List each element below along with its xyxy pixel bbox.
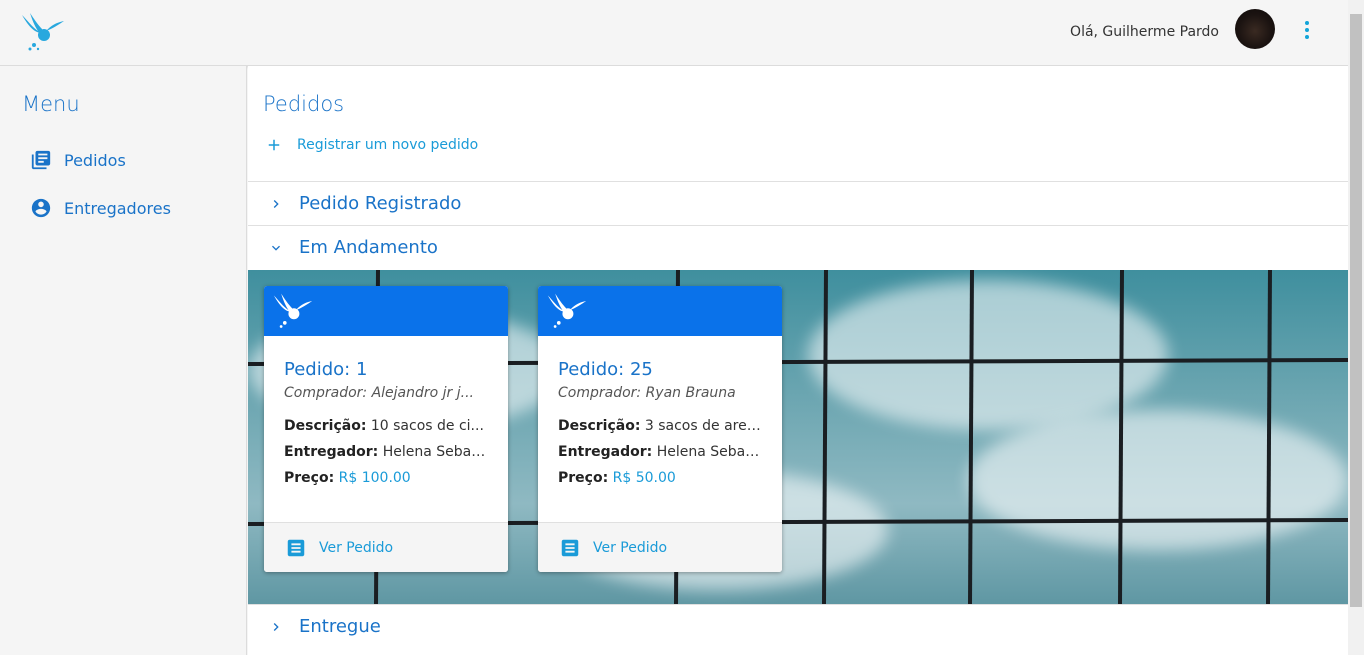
document-icon <box>287 539 305 556</box>
field-label: Preço: <box>284 470 335 486</box>
sidebar-title: Menu <box>22 92 80 116</box>
card-header <box>264 286 508 336</box>
field-value: R$ 50.00 <box>612 470 676 486</box>
sidebar-item-entregadores[interactable]: Entregadores <box>30 194 171 222</box>
order-buyer: Comprador: Ryan Brauna <box>558 385 736 401</box>
order-card: Pedido: 1 Comprador: Alejandro jr j... D… <box>264 286 508 572</box>
section-label: Pedido Registrado <box>299 193 462 214</box>
fairy-bird-logo-icon <box>273 293 313 328</box>
order-buyer: Comprador: Alejandro jr j... <box>284 385 474 401</box>
chevron-right-icon <box>273 199 279 208</box>
sidebar: Menu Pedidos Entregadores <box>0 66 247 655</box>
view-order-label: Ver Pedido <box>319 539 394 556</box>
field-label: Preço: <box>558 470 609 486</box>
order-price: Preço: R$ 100.00 <box>284 470 488 486</box>
user-greeting: Olá, Guilherme Pardo <box>1070 24 1219 40</box>
order-title: Pedido: 1 <box>284 359 368 380</box>
new-order-button[interactable]: Registrar um novo pedido <box>265 136 478 154</box>
field-value: Helena Sebas... <box>656 444 762 460</box>
section-pedido-registrado[interactable]: Pedido Registrado <box>248 181 1348 225</box>
field-label: Entregador: <box>558 444 653 460</box>
section-label: Em Andamento <box>299 237 438 258</box>
sidebar-item-label: Pedidos <box>64 150 126 170</box>
sidebar-item-pedidos[interactable]: Pedidos <box>30 146 126 174</box>
field-value: 3 sacos de arei... <box>644 418 762 434</box>
scrollbar-thumb[interactable] <box>1350 14 1362 607</box>
field-label: Descrição: <box>284 418 367 434</box>
field-value: R$ 100.00 <box>338 470 411 486</box>
list-icon <box>31 150 51 170</box>
view-order-button[interactable]: Ver Pedido <box>538 522 782 572</box>
page-scrollbar[interactable] <box>1348 0 1364 655</box>
order-description: Descrição: 10 sacos de ci... <box>284 418 488 434</box>
account-circle-icon <box>31 198 51 218</box>
view-order-button[interactable]: Ver Pedido <box>264 522 508 572</box>
order-description: Descrição: 3 sacos de arei... <box>558 418 762 434</box>
card-header <box>538 286 782 336</box>
document-icon <box>561 539 579 556</box>
top-bar: Olá, Guilherme Pardo <box>0 0 1348 66</box>
order-courier: Entregador: Helena Sebas... <box>558 444 762 460</box>
more-vertical-icon[interactable] <box>1298 21 1316 45</box>
sidebar-item-label: Entregadores <box>64 198 171 218</box>
avatar[interactable] <box>1235 9 1275 49</box>
chevron-down-icon <box>272 245 280 251</box>
section-label: Entregue <box>299 616 381 637</box>
view-order-label: Ver Pedido <box>593 539 668 556</box>
in-progress-panel: Pedido: 1 Comprador: Alejandro jr j... D… <box>248 270 1348 604</box>
order-price: Preço: R$ 50.00 <box>558 470 762 486</box>
field-label: Descrição: <box>558 418 641 434</box>
chevron-right-icon <box>273 622 279 631</box>
order-title: Pedido: 25 <box>558 359 653 380</box>
section-entregue[interactable]: Entregue <box>248 604 1348 648</box>
new-order-label: Registrar um novo pedido <box>297 137 479 153</box>
field-label: Entregador: <box>284 444 379 460</box>
page-title: Pedidos <box>263 92 345 116</box>
plus-icon <box>268 139 280 151</box>
fairy-bird-logo-icon[interactable] <box>20 11 66 53</box>
field-value: 10 sacos de ci... <box>370 418 484 434</box>
order-card: Pedido: 25 Comprador: Ryan Brauna Descri… <box>538 286 782 572</box>
field-value: Helena Sebas... <box>382 444 488 460</box>
fairy-bird-logo-icon <box>547 293 587 328</box>
main-content: Pedidos Registrar um novo pedido Pedido … <box>248 66 1348 655</box>
section-em-andamento[interactable]: Em Andamento <box>248 225 1348 269</box>
order-courier: Entregador: Helena Sebas... <box>284 444 488 460</box>
